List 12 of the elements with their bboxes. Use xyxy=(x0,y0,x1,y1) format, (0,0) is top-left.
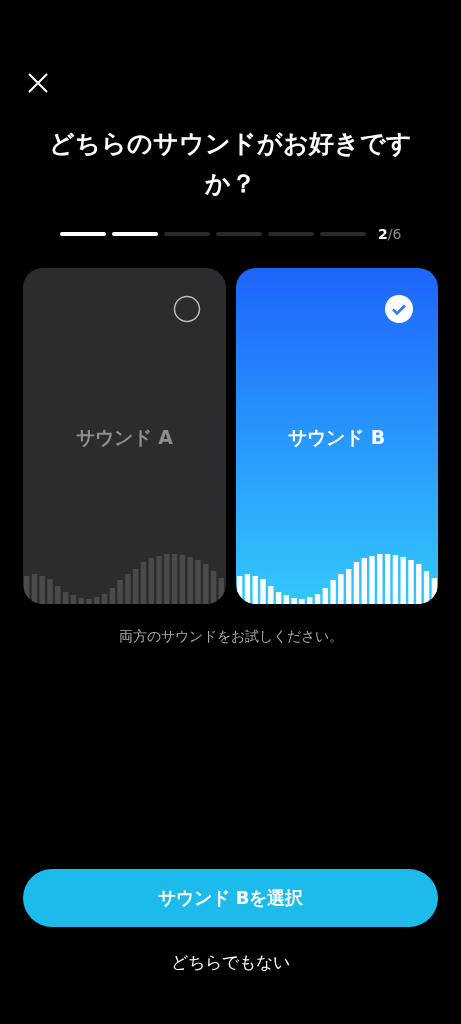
radio-icon xyxy=(172,295,201,323)
close-icon xyxy=(27,72,49,94)
option-label: サウンド A xyxy=(75,425,173,450)
sound-option-card[interactable]: サウンド B xyxy=(235,268,438,604)
option-label: サウンド B xyxy=(288,425,386,450)
question-title: どちらのサウンドがお好きですか？ xyxy=(48,128,413,200)
step-counter: 2/6 xyxy=(378,226,402,242)
sound-option-card[interactable]: サウンド A xyxy=(23,268,226,604)
none-link[interactable]: どちらでもない xyxy=(171,951,290,974)
select-button[interactable]: サウンド Bを選択 xyxy=(23,869,438,927)
check-icon xyxy=(385,295,413,323)
hint-text: 両方のサウンドをお試しください。 xyxy=(117,628,344,646)
